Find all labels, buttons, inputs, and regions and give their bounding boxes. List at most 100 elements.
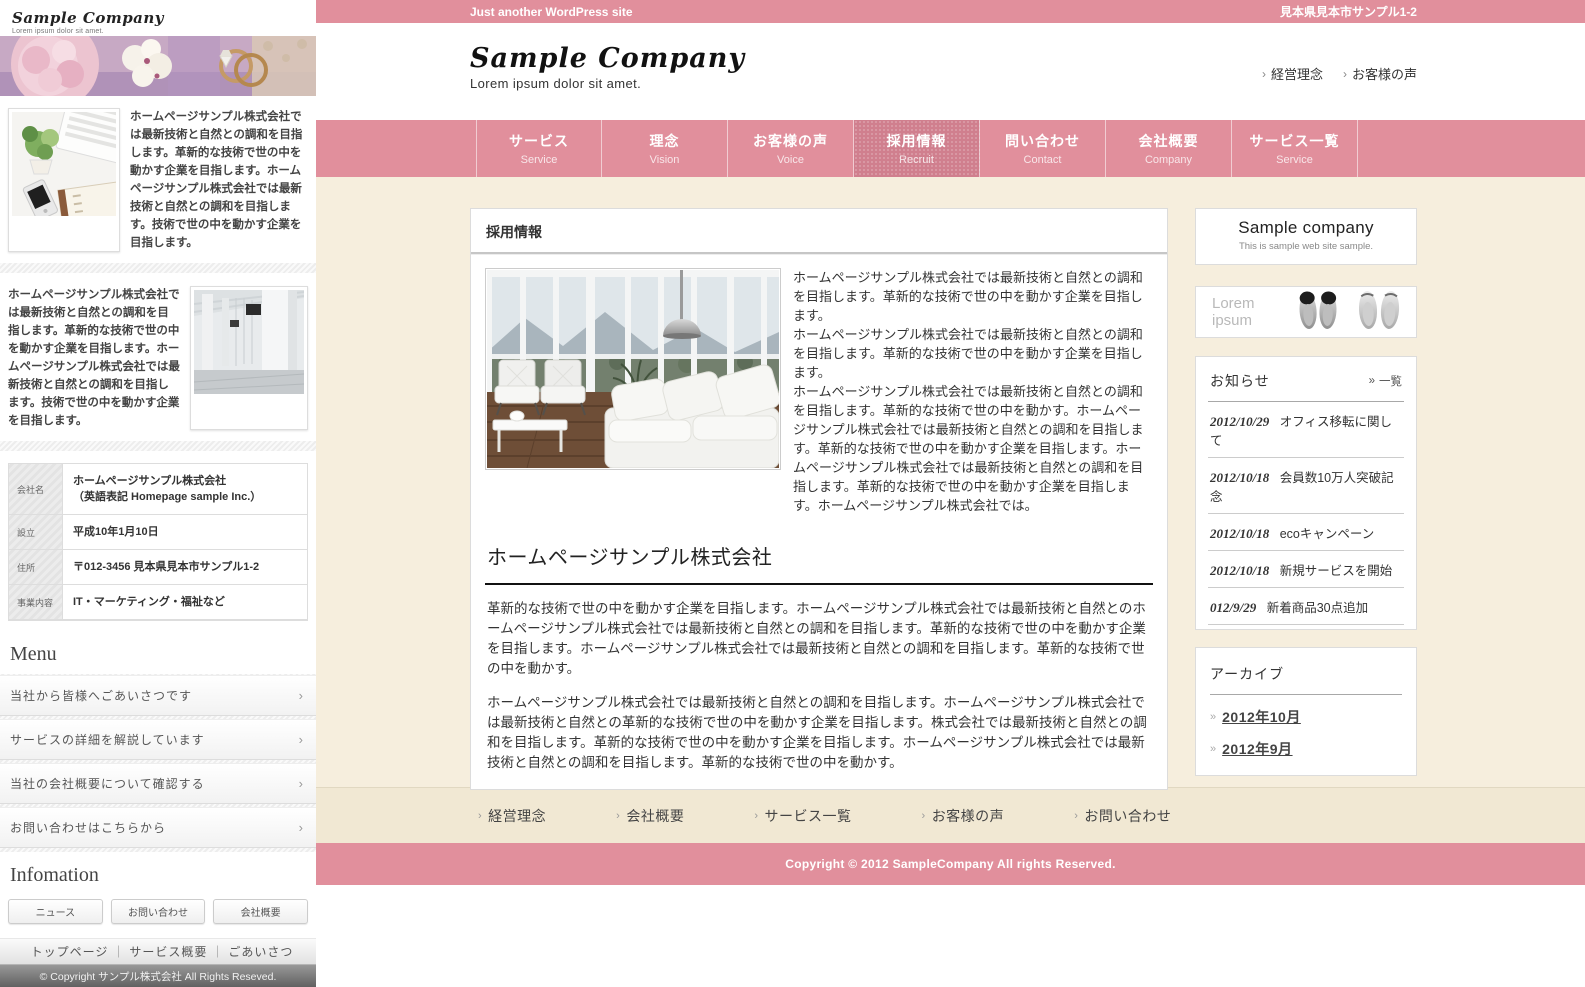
info-button[interactable]: 会社概要 [213, 899, 308, 924]
living-room-photo [485, 268, 781, 470]
nav-item-sublabel: Service [521, 154, 558, 166]
site-tagline: Just another WordPress site [470, 5, 633, 19]
chevron-right-icon: › [616, 810, 620, 822]
table-row-value: 〒012-3456 見本県見本市サンプル1-2 [63, 550, 269, 584]
main-navigation: サービス Service 理念 Vision お客様の声 Voice 採用情報 … [316, 120, 1585, 177]
company-info-table: 会社名 ホームページサンプル株式会社 （英語表記 Homepage sample… [8, 463, 308, 621]
recruit-paragraph: ホームページサンプル株式会社では最新技術と自然との調和を目指します。革新的な技術… [793, 325, 1153, 382]
lorem-ipsum-banner[interactable]: Lorem ipsum [1195, 286, 1417, 338]
menu-item[interactable]: 当社から皆様へごあいさつです › [0, 675, 316, 716]
site-logo[interactable]: Sample Company Lorem ipsum dolor sit ame… [470, 23, 745, 91]
news-more-link[interactable]: » 一覧 [1369, 373, 1402, 389]
table-row: 住所 〒012-3456 見本県見本市サンプル1-2 [9, 550, 307, 585]
footer-link[interactable]: › 経営理念 [478, 806, 546, 826]
nav-item[interactable]: 会社概要 Company [1106, 120, 1232, 177]
desk-photo [8, 108, 120, 252]
footer-links-band: › 経営理念 › 会社概要 › サービス一覧 › お客様の声 [316, 787, 1585, 843]
footer-link-label: 経営理念 [488, 806, 546, 826]
nav-item[interactable]: お客様の声 Voice [728, 120, 854, 177]
footer-link-label: サービス一覧 [765, 806, 852, 826]
menu-item[interactable]: サービスの詳細を解説しています › [0, 719, 316, 760]
info-button[interactable]: お問い合わせ [111, 899, 206, 924]
nav-item-label: サービス [509, 131, 569, 151]
nav-item-sublabel: Vision [650, 154, 680, 166]
archive-link[interactable]: 2012年9月 [1222, 739, 1292, 759]
chevron-right-icon: › [299, 776, 304, 791]
menu-item-label: お問い合わせはこちらから [10, 819, 166, 836]
menu-item[interactable]: 当社の会社概要について確認する › [0, 763, 316, 804]
nav-item[interactable]: サービス Service [476, 120, 602, 177]
preview-menu-heading: Menu [0, 631, 316, 674]
archive-heading: アーカイブ [1210, 660, 1402, 695]
nav-item-sublabel: Voice [777, 154, 804, 166]
nav-item-label: お客様の声 [753, 131, 828, 151]
news-item[interactable]: 012/9/29 新着商品30点追加 [1208, 588, 1404, 625]
content-area: 採用情報 [316, 177, 1585, 787]
footer-link[interactable]: › 会社概要 [616, 806, 684, 826]
menu-item-label: 当社から皆様へごあいさつです [10, 687, 192, 704]
profile-subtitle: This is sample web site sample. [1196, 241, 1416, 252]
archive-link[interactable]: 2012年10月 [1222, 707, 1301, 727]
preview-about-text-2: ホームページサンプル株式会社では最新技術と自然との調和を目指します。革新的な技術… [8, 286, 180, 430]
chevron-right-icon: › [478, 810, 482, 822]
header-link[interactable]: › お客様の声 [1343, 64, 1417, 83]
chevron-right-icon: › [922, 810, 926, 822]
nav-item-label: サービス一覧 [1250, 131, 1340, 151]
preview-footer-nav: トップページ ｜ サービス概要 ｜ ごあいさつ [0, 938, 316, 964]
preview-footer-link[interactable]: ごあいさつ [228, 943, 293, 960]
section-divider [0, 441, 316, 451]
header-link[interactable]: › 経営理念 [1262, 64, 1323, 83]
news-item-text: ecoキャンペーン [1280, 527, 1375, 541]
header-link-label: 経営理念 [1271, 64, 1323, 83]
nav-item-label: 問い合わせ [1005, 131, 1080, 151]
nav-item[interactable]: 採用情報 Recruit [854, 120, 980, 177]
separator: ｜ [112, 943, 125, 960]
footer-link[interactable]: › お客様の声 [922, 806, 1005, 826]
preview-copyright-bar: © Copyright サンプル株式会社 All Rights Reseved. [0, 964, 316, 987]
header-link-label: お客様の声 [1352, 64, 1417, 83]
footer-link[interactable]: › お問い合わせ [1074, 806, 1171, 826]
chevron-right-icon: › [754, 810, 758, 822]
recruit-paragraph: ホームページサンプル株式会社では最新技術と自然との調和を目指します。革新的な技術… [793, 268, 1153, 325]
preview-site-panel: Sample Company Lorem ipsum dolor sit ame… [0, 0, 316, 945]
body-paragraph: 革新的な技術で世の中を動かす企業を目指します。ホームページサンプル株式会社では最… [487, 599, 1153, 679]
preview-about-text-1: ホームページサンプル株式会社では最新技術と自然との調和を目指します。革新的な技術… [130, 108, 308, 252]
footer-link-label: お問い合わせ [1084, 806, 1171, 826]
table-row-label: 事業内容 [9, 585, 63, 619]
news-item[interactable]: 2012/10/18 新規サービスを開始 [1208, 551, 1404, 588]
news-item[interactable]: 2012/10/29 オフィス移転に関して [1208, 402, 1404, 458]
news-item-date: 012/9/29 [1210, 600, 1256, 615]
chevron-double-icon: » [1210, 711, 1216, 723]
banner-text: Lorem ipsum [1212, 295, 1292, 329]
nav-item[interactable]: 問い合わせ Contact [980, 120, 1106, 177]
preview-logo[interactable]: Sample Company Lorem ipsum dolor sit ame… [0, 0, 316, 36]
menu-item[interactable]: お問い合わせはこちらから › [0, 807, 316, 848]
section-title: ホームページサンプル株式会社 [485, 541, 1153, 585]
preview-footer-link[interactable]: トップページ [31, 943, 109, 960]
news-item-date: 2012/10/29 [1210, 414, 1269, 429]
preview-menu: 当社から皆様へごあいさつです › サービスの詳細を解説しています › 当社の会社… [0, 674, 316, 852]
preview-footer-link[interactable]: サービス概要 [129, 943, 207, 960]
nav-item-label: 理念 [650, 131, 680, 151]
news-item-date: 2012/10/18 [1210, 470, 1269, 485]
preview-logo-subtitle: Lorem ipsum dolor sit amet. [12, 28, 316, 35]
preview-about-block-1: ホームページサンプル株式会社では最新技術と自然との調和を目指します。革新的な技術… [0, 96, 316, 262]
nav-item-sublabel: Contact [1024, 154, 1062, 166]
news-item[interactable]: 2012/10/18 会員数10万人突破記念 [1208, 458, 1404, 514]
table-row: 会社名 ホームページサンプル株式会社 （英語表記 Homepage sample… [9, 464, 307, 515]
footer-link[interactable]: › サービス一覧 [754, 806, 851, 826]
table-row-label: 住所 [9, 550, 63, 584]
archive-item: » 2012年9月 [1210, 739, 1402, 759]
bottom-whitespace [316, 885, 1585, 945]
nav-item-sublabel: Service [1276, 154, 1313, 166]
table-row: 設立 平成10年1月10日 [9, 515, 307, 550]
news-item[interactable]: 2012/10/18 ecoキャンペーン [1208, 514, 1404, 551]
nav-item[interactable]: サービス一覧 Service [1232, 120, 1358, 177]
table-row-value: ホームページサンプル株式会社 （英語表記 Homepage sample Inc… [63, 464, 271, 514]
footer-link-label: お客様の声 [932, 806, 1005, 826]
nav-item[interactable]: 理念 Vision [602, 120, 728, 177]
info-button[interactable]: ニュース [8, 899, 103, 924]
table-row-label: 設立 [9, 515, 63, 549]
nav-item-sublabel: Company [1145, 154, 1192, 166]
site-logo-title: Sample Company [470, 43, 745, 74]
